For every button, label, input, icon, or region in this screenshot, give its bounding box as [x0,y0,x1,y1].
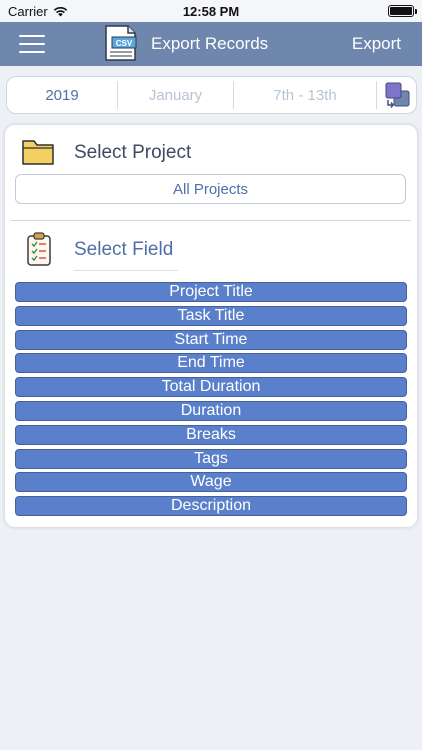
select-field-title: Select Field [74,239,178,271]
field-option-start-time[interactable]: Start Time [15,329,407,350]
csv-badge: CSV [116,39,133,48]
year-selector[interactable]: 2019 [7,77,117,113]
select-project-title: Select Project [74,142,192,163]
menu-button[interactable] [19,35,45,53]
wifi-icon [53,6,67,16]
field-option-total-duration[interactable]: Total Duration [15,377,407,398]
field-option-wage[interactable]: Wage [15,472,407,493]
field-option-description[interactable]: Description [15,496,407,517]
month-selector[interactable]: January [117,81,233,109]
field-option-task-title[interactable]: Task Title [15,305,407,326]
status-bar: Carrier 12:58 PM [0,0,422,22]
menu-line [19,43,45,45]
date-filter-bar: 2019 January 7th - 13th [6,76,417,114]
menu-line [19,35,45,37]
project-selector-button[interactable]: All Projects [15,174,406,204]
field-option-duration[interactable]: Duration [15,400,407,421]
battery-icon [388,5,417,17]
section-divider [10,220,411,221]
field-list: Project Title Task Title Start Time End … [15,282,407,520]
carrier-label: Carrier [8,3,48,19]
page-title: Export Records [151,34,269,53]
export-button[interactable]: Export [352,34,401,54]
export-options-card: Select Project All Projects Select Field… [5,125,417,527]
folder-icon [22,140,54,165]
field-option-breaks[interactable]: Breaks [15,424,407,445]
nav-bar: CSV Export Records Export [0,22,422,66]
csv-file-icon: CSV [105,25,137,61]
menu-line [19,51,45,53]
swap-squares-icon [385,82,409,108]
field-option-end-time[interactable]: End Time [15,353,407,374]
field-option-project-title[interactable]: Project Title [15,282,407,302]
range-toggle-button[interactable] [376,81,416,109]
field-option-tags[interactable]: Tags [15,448,407,469]
status-left: Carrier [8,4,68,19]
week-selector[interactable]: 7th - 13th [233,81,376,109]
clipboard-checklist-icon [27,232,51,266]
